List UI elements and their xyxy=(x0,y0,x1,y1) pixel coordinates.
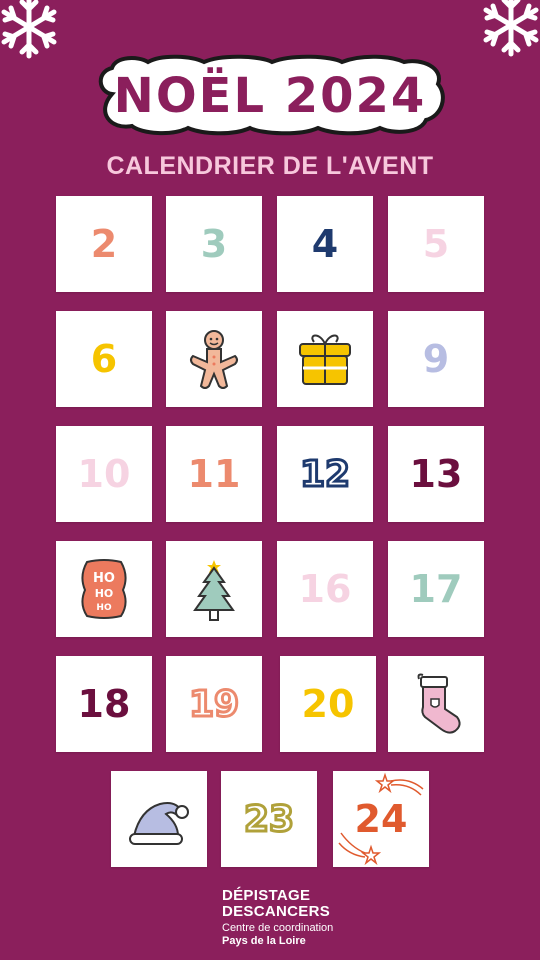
logo-line-1: DÉPISTAGE xyxy=(222,887,311,904)
day-number: 19 xyxy=(187,682,240,726)
day-number: 2 xyxy=(90,222,118,266)
page-title: NOËL 2024 xyxy=(113,68,427,124)
calendar-day-18[interactable]: 18 xyxy=(56,656,152,752)
calendar-day-24[interactable]: 24 xyxy=(333,771,429,867)
logo-line-2: DESCANCERS xyxy=(222,903,331,920)
calendar-day-15[interactable] xyxy=(166,541,262,637)
day-number: 24 xyxy=(354,797,408,841)
calendar-day-4[interactable]: 4 xyxy=(277,196,373,292)
calendar-day-12[interactable]: 12 xyxy=(277,426,373,522)
calendar-day-19[interactable]: 19 xyxy=(166,656,262,752)
calendar-day-11[interactable]: 11 xyxy=(166,426,262,522)
day-number: 5 xyxy=(422,222,450,266)
day-number: 3 xyxy=(200,222,228,266)
day-number: 20 xyxy=(301,682,355,726)
santa-hat-icon xyxy=(129,802,189,845)
calendar-day-13[interactable]: 13 xyxy=(388,426,484,522)
day-number: 23 xyxy=(242,797,295,841)
day-number: 18 xyxy=(77,682,131,726)
calendar-day-22[interactable] xyxy=(111,771,207,867)
calendar-day-21[interactable] xyxy=(388,656,484,752)
svg-text:HO: HO xyxy=(93,571,115,586)
svg-text:HO: HO xyxy=(96,603,112,613)
calendar-day-16[interactable]: 16 xyxy=(277,541,373,637)
day-number: 17 xyxy=(409,567,463,611)
calendar-day-10[interactable]: 10 xyxy=(56,426,152,522)
calendar-day-3[interactable]: 3 xyxy=(166,196,262,292)
logo-line-4: Pays de la Loire xyxy=(222,935,306,947)
day-number: 12 xyxy=(298,452,351,496)
calendar-day-23[interactable]: 23 xyxy=(221,771,317,867)
calendar-day-17[interactable]: 17 xyxy=(388,541,484,637)
calendar-day-5[interactable]: 5 xyxy=(388,196,484,292)
day-number: 6 xyxy=(90,337,118,381)
day-number: 4 xyxy=(311,222,339,266)
calendar-day-7[interactable] xyxy=(166,311,262,407)
gift-box-icon xyxy=(299,334,351,385)
calendar-day-8[interactable] xyxy=(277,311,373,407)
hohoho-sticker-icon: HO HO HO xyxy=(81,559,127,619)
calendar-day-6[interactable]: 6 xyxy=(56,311,152,407)
day-number: 13 xyxy=(409,452,463,496)
svg-text:HO: HO xyxy=(95,587,114,600)
logo-line-3: Centre de coordination xyxy=(222,922,334,934)
calendar-day-14[interactable]: HO HO HO xyxy=(56,541,152,637)
day-number: 11 xyxy=(187,452,241,496)
snowflake-icon xyxy=(476,0,540,60)
calendar-day-9[interactable]: 9 xyxy=(388,311,484,407)
day-number: 16 xyxy=(298,567,352,611)
calendar-day-2[interactable]: 2 xyxy=(56,196,152,292)
title-banner: NOËL 2024 xyxy=(92,54,448,136)
organization-logo: DÉPISTAGE DESCANCERS Centre de coordinat… xyxy=(222,888,333,947)
calendar-day-20[interactable]: 20 xyxy=(280,656,376,752)
snowflake-icon xyxy=(0,0,64,62)
day-number: 9 xyxy=(422,337,450,381)
page-subtitle: CALENDRIER DE L'AVENT xyxy=(106,152,434,180)
christmas-tree-icon xyxy=(193,560,235,621)
day-number: 10 xyxy=(77,452,131,496)
christmas-stocking-icon xyxy=(417,673,461,734)
gingerbread-man-icon xyxy=(190,330,238,389)
